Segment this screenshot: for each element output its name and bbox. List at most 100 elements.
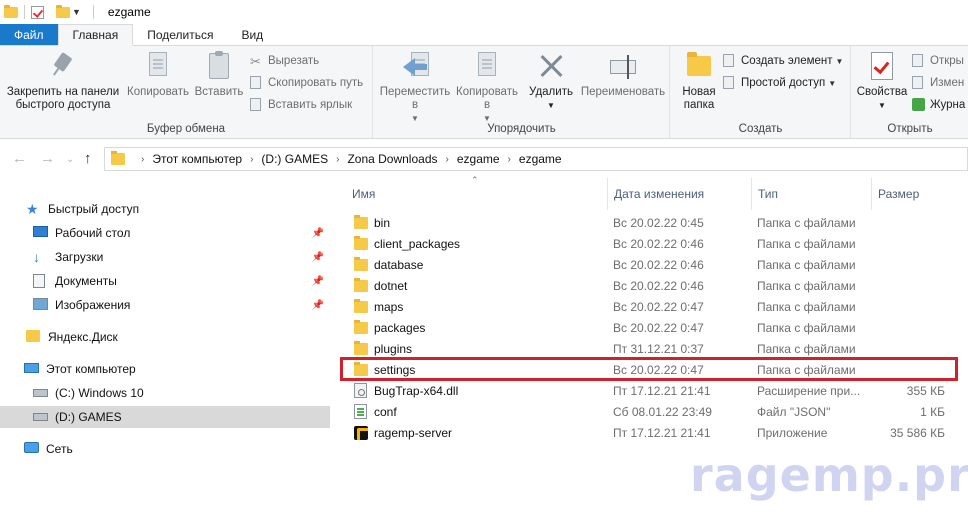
nav-drive-d[interactable]: (D:) GAMES	[0, 406, 330, 428]
nav-this-pc[interactable]: Этот компьютер	[0, 358, 330, 380]
file-type: Папка с файлами	[757, 320, 856, 335]
open-button[interactable]: Откры	[912, 54, 964, 68]
yandex-disk-icon	[26, 330, 42, 344]
tab-file[interactable]: Файл	[0, 24, 58, 45]
tab-home[interactable]: Главная	[57, 24, 134, 46]
file-type: Папка с файлами	[757, 362, 856, 377]
delete-label: Удалить	[529, 86, 573, 98]
nav-downloads[interactable]: ↓ Загрузки 📌	[0, 246, 330, 268]
chevron-down-icon: ▼	[828, 78, 837, 88]
delete-button[interactable]: Удалить ▼	[526, 50, 576, 112]
move-to-button[interactable]: Переместить в ▼	[380, 50, 450, 125]
history-button[interactable]: Журна	[912, 98, 965, 112]
file-type: Файл "JSON"	[757, 404, 831, 419]
tab-share[interactable]: Поделиться	[133, 24, 227, 45]
file-name: ragemp-server	[374, 425, 453, 440]
breadcrumb-zona-downloads[interactable]: Zona Downloads	[347, 152, 437, 166]
paste-shortcut-button[interactable]: Вставить ярлык	[250, 98, 352, 112]
file-name: settings	[374, 362, 416, 377]
up-arrow-icon[interactable]: ↑	[84, 150, 92, 167]
copy-path-label: Скопировать путь	[268, 77, 364, 89]
table-row[interactable]: client_packages Вс 20.02.22 0:46 Папка с ф…	[344, 233, 956, 254]
table-row[interactable]: database Вс 20.02.22 0:46 Папка с файлами	[344, 254, 956, 275]
cut-button[interactable]: ✂ Вырезать	[250, 54, 319, 69]
open-group: Свойства ▼ Откры Измен Журна Открыть	[852, 46, 968, 138]
breadcrumb-ezgame-current[interactable]: ezgame	[519, 152, 562, 166]
easy-access-button[interactable]: Простой доступ ▼	[723, 76, 836, 90]
file-size	[877, 254, 945, 275]
nav-documents[interactable]: Документы 📌	[0, 270, 330, 292]
properties-quick-icon[interactable]	[31, 5, 44, 19]
copy-to-button[interactable]: Копировать в ▼	[452, 50, 522, 125]
column-header-type[interactable]: Тип	[751, 178, 871, 210]
nav-desktop[interactable]: Рабочий стол 📌	[0, 222, 330, 244]
edit-label: Измен	[930, 77, 965, 89]
table-row[interactable]: ragemp-server Пт 17.12.21 21:41 Приложение…	[344, 422, 956, 443]
column-header-date[interactable]: Дата изменения	[607, 178, 751, 210]
file-name: client_packages	[374, 236, 461, 251]
folder-icon	[111, 151, 125, 165]
edit-button[interactable]: Измен	[912, 76, 964, 90]
copy-path-icon	[250, 76, 264, 90]
paste-shortcut-icon	[250, 98, 264, 112]
address-bar[interactable]: › Этот компьютер › (D:) GAMES › Zona Dow…	[104, 147, 968, 171]
tab-view[interactable]: Вид	[227, 24, 277, 45]
column-header-size[interactable]: Размер	[871, 178, 961, 210]
table-row[interactable]: dotnet Вс 20.02.22 0:46 Папка с файлами	[344, 275, 956, 296]
nav-network[interactable]: Сеть	[0, 438, 330, 460]
recent-locations-icon[interactable]: ⌄	[66, 154, 74, 165]
copy-icon	[142, 50, 174, 82]
pin-icon[interactable]: 📌	[312, 228, 324, 239]
table-row[interactable]: conf Сб 08.01.22 23:49 Файл "JSON" 1 КБ	[344, 401, 956, 422]
desktop-icon	[33, 226, 49, 240]
open-group-label: Открыть	[887, 123, 933, 135]
nav-drive-c[interactable]: (C:) Windows 10	[0, 382, 330, 404]
chevron-down-icon[interactable]: ▼	[72, 7, 81, 17]
file-name-cell: packages	[354, 317, 608, 338]
rename-button[interactable]: Переименовать	[578, 50, 668, 99]
chevron-right-icon[interactable]: ›	[336, 154, 339, 165]
navigation-pane: ★ Быстрый доступ Рабочий стол 📌 ↓ Загруз…	[0, 178, 332, 518]
pin-quick-access-button[interactable]: Закрепить на панели быстрого доступа	[4, 50, 122, 112]
folder-icon	[4, 4, 18, 18]
breadcrumb-drive-d[interactable]: (D:) GAMES	[261, 152, 328, 166]
chevron-right-icon[interactable]: ›	[508, 154, 511, 165]
column-header-name[interactable]: Имя	[346, 178, 608, 210]
pin-icon[interactable]: 📌	[312, 276, 324, 287]
folder-icon	[354, 298, 368, 313]
nav-quick-access[interactable]: ★ Быстрый доступ	[0, 198, 330, 220]
table-row[interactable]: BugTrap-x64.dll Пт 17.12.21 21:41 Расширен…	[344, 380, 956, 401]
ribbon: Закрепить на панели быстрого доступа Коп…	[0, 46, 968, 139]
table-row[interactable]: settings Вс 20.02.22 0:47 Папка с файлами	[344, 359, 956, 380]
file-name-cell: ragemp-server	[354, 422, 608, 443]
table-row[interactable]: packages Вс 20.02.22 0:47 Папка с файлами	[344, 317, 956, 338]
pin-icon[interactable]: 📌	[312, 252, 324, 263]
back-arrow-icon[interactable]: ←	[12, 150, 27, 167]
chevron-right-icon[interactable]: ›	[141, 154, 144, 165]
folder-icon	[354, 361, 368, 376]
file-size: 35 586 КБ	[890, 425, 945, 440]
paste-button[interactable]: Вставить	[193, 50, 245, 99]
breadcrumb-ezgame[interactable]: ezgame	[457, 152, 500, 166]
pictures-icon	[33, 298, 49, 312]
pin-icon[interactable]: 📌	[312, 300, 324, 311]
chevron-right-icon[interactable]: ›	[250, 154, 253, 165]
nav-pictures[interactable]: Изображения 📌	[0, 294, 330, 316]
new-folder-button[interactable]: Новая папка	[675, 50, 723, 112]
copy-button[interactable]: Копировать	[125, 50, 191, 99]
folder-icon	[354, 214, 368, 229]
table-row[interactable]: maps Вс 20.02.22 0:47 Папка с файлами	[344, 296, 956, 317]
table-row[interactable]: plugins Пт 31.12.21 0:37 Папка с файлами	[344, 338, 956, 359]
forward-arrow-icon[interactable]: →	[40, 150, 55, 167]
chevron-right-icon[interactable]: ›	[446, 154, 449, 165]
file-date: Вс 20.02.22 0:46	[613, 236, 704, 251]
easy-access-icon	[723, 76, 737, 90]
nav-yandex-disk[interactable]: Яндекс.Диск	[0, 326, 330, 348]
table-row[interactable]: bin Вс 20.02.22 0:45 Папка с файлами	[344, 212, 956, 233]
new-item-button[interactable]: Создать элемент ▼	[723, 54, 843, 68]
nav-label: (C:) Windows 10	[55, 386, 144, 400]
copy-path-button[interactable]: Скопировать путь	[250, 76, 363, 90]
new-folder-quick-icon[interactable]	[56, 4, 70, 18]
properties-button[interactable]: Свойства ▼	[854, 50, 910, 112]
breadcrumb-this-pc[interactable]: Этот компьютер	[152, 152, 242, 166]
